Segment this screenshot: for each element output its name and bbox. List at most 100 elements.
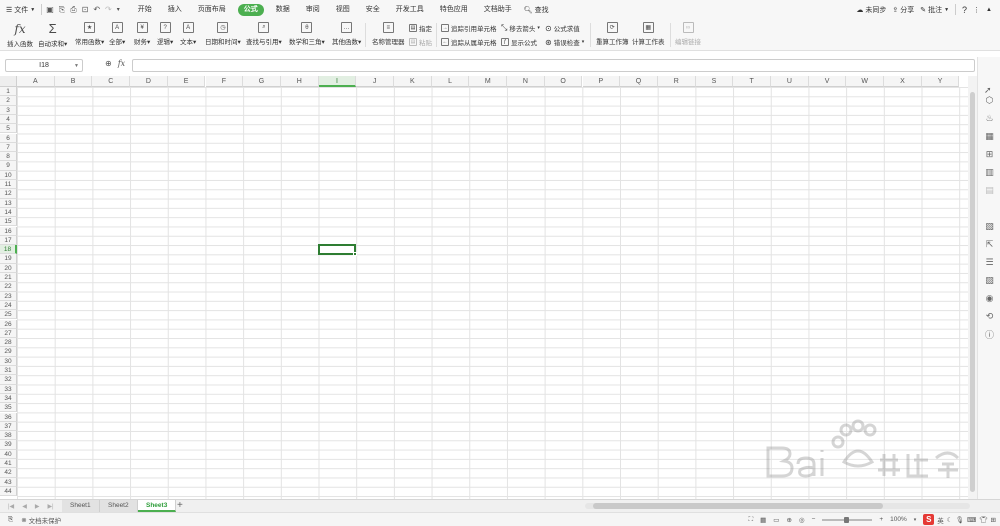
formula-icon[interactable]: ▤: [984, 185, 995, 196]
row-header[interactable]: 23: [0, 291, 17, 301]
insert-function-button[interactable]: fx 插入函数: [7, 22, 33, 49]
calc-sheet-button[interactable]: ▦ 计算工作表: [632, 22, 665, 46]
row-header[interactable]: 9: [0, 161, 17, 171]
column-header[interactable]: S: [695, 76, 734, 87]
column-header[interactable]: O: [544, 76, 583, 87]
common-functions-button[interactable]: ★ 常用函数▾: [75, 22, 104, 46]
sheet-tab-3[interactable]: Sheet3: [138, 500, 177, 512]
spreadsheet-grid[interactable]: A B C D E F G H I J K L M N O P Q R S T U V W X Y 1 2 3 4 5 6 7 8 9 10 11 12…: [0, 76, 968, 499]
eye-protection-icon[interactable]: ⛶: [749, 516, 754, 524]
tab-2[interactable]: 页面布局: [190, 0, 234, 19]
row-header[interactable]: 43: [0, 477, 17, 487]
zoom-in-icon[interactable]: +: [879, 516, 883, 523]
sheet-tab-2[interactable]: Sheet2: [100, 500, 138, 512]
row-header[interactable]: 25: [0, 310, 17, 320]
horizontal-scroll-thumb[interactable]: [593, 503, 883, 509]
insert-function-icon[interactable]: fx: [118, 59, 125, 68]
chart-icon[interactable]: ▥: [984, 167, 995, 178]
row-header[interactable]: 10: [0, 170, 17, 180]
sync-button[interactable]: ☁ 未同步: [856, 5, 886, 15]
row-header[interactable]: 26: [0, 319, 17, 329]
reading-mode-icon[interactable]: ◎: [799, 516, 805, 524]
style-icon[interactable]: ⬡: [984, 95, 995, 106]
logical-button[interactable]: ? 逻辑▾: [157, 22, 173, 46]
row-header[interactable]: 12: [0, 189, 17, 199]
page-layout-icon[interactable]: ▭: [773, 516, 779, 524]
column-header[interactable]: J: [356, 76, 394, 87]
row-header[interactable]: 27: [0, 328, 17, 339]
show-formulas-button[interactable]: ƒ 显示公式: [501, 37, 537, 47]
vertical-scroll-thumb[interactable]: [970, 92, 975, 492]
evaluate-formula-button[interactable]: ⊙ 公式求值: [545, 23, 580, 34]
row-header[interactable]: 19: [0, 254, 17, 264]
all-functions-button[interactable]: A 全部▾: [109, 22, 125, 46]
row-header[interactable]: 3: [0, 105, 17, 115]
row-header[interactable]: 40: [0, 449, 17, 459]
specify-button[interactable]: ▤ 指定: [409, 23, 432, 33]
column-header[interactable]: T: [733, 76, 771, 87]
row-header[interactable]: 37: [0, 421, 17, 432]
row-header[interactable]: 22: [0, 282, 17, 292]
row-header[interactable]: 29: [0, 347, 17, 357]
column-header[interactable]: W: [846, 76, 885, 87]
recalc-workbook-button[interactable]: ⟳ 重算工作簿: [596, 22, 629, 46]
financial-button[interactable]: ¥ 财务▾: [134, 22, 150, 46]
column-header[interactable]: P: [582, 76, 621, 87]
sheet-tab-1[interactable]: Sheet1: [62, 500, 100, 512]
row-header[interactable]: 42: [0, 468, 17, 478]
row-header[interactable]: 4: [0, 114, 17, 125]
row-header[interactable]: 39: [0, 440, 17, 450]
column-header[interactable]: G: [243, 76, 281, 87]
name-manager-button[interactable]: ≡ 名称管理器: [372, 22, 405, 46]
add-sheet-icon[interactable]: +: [177, 500, 183, 512]
column-header[interactable]: I: [318, 76, 357, 87]
column-header[interactable]: A: [17, 76, 55, 87]
undo-icon[interactable]: ↶: [93, 5, 100, 14]
column-header[interactable]: D: [130, 76, 168, 87]
row-header[interactable]: 28: [0, 338, 17, 348]
row-header[interactable]: 30: [0, 356, 17, 366]
paste-name-button[interactable]: ▤ 粘贴: [409, 37, 432, 47]
zoom-out-icon[interactable]: −: [812, 516, 816, 523]
chevron-down-icon[interactable]: ▾: [914, 517, 917, 523]
trace-dependents-button[interactable]: ← 追踪从属单元格: [441, 37, 497, 47]
autosum-button[interactable]: Σ 自动求和▾: [38, 21, 67, 48]
row-header[interactable]: 20: [0, 263, 17, 273]
datetime-button[interactable]: ◷ 日期和时间▾: [205, 22, 241, 46]
row-header[interactable]: 35: [0, 403, 17, 413]
save-icon[interactable]: ▣: [46, 5, 54, 14]
file-menu[interactable]: ☰ 文件 ▼: [0, 0, 41, 19]
active-cell[interactable]: [317, 244, 358, 257]
name-box[interactable]: I18 ▼: [5, 59, 83, 72]
row-header[interactable]: 32: [0, 375, 17, 385]
customize-icon[interactable]: ▾: [117, 6, 120, 13]
error-checking-button[interactable]: ⊛ 错误检查 ▾: [545, 37, 584, 48]
row-header[interactable]: 8: [0, 152, 17, 162]
tab-3[interactable]: 公式: [237, 3, 264, 16]
column-header[interactable]: R: [657, 76, 696, 87]
row-header[interactable]: 5: [0, 124, 17, 134]
print-icon[interactable]: ⎙: [70, 5, 76, 15]
row-header[interactable]: 14: [0, 207, 17, 218]
macro-icon[interactable]: ⎘: [8, 516, 13, 524]
export-pdf-icon[interactable]: ⎘: [59, 5, 65, 15]
column-header[interactable]: Q: [620, 76, 658, 87]
lookup-reference-button[interactable]: ⌕ 查找与引用▾: [246, 22, 282, 46]
horizontal-scrollbar[interactable]: [585, 503, 970, 509]
help-button[interactable]: ?: [962, 5, 967, 15]
trace-precedents-button[interactable]: → 追踪引用单元格: [441, 23, 497, 33]
page-break-icon[interactable]: ⊕: [786, 516, 791, 524]
row-header[interactable]: 15: [0, 217, 17, 227]
vertical-scrollbar[interactable]: [968, 76, 977, 499]
tab-5[interactable]: 审阅: [298, 0, 328, 19]
math-trig-button[interactable]: θ 数学和三角▾: [289, 22, 325, 46]
row-header[interactable]: 21: [0, 273, 17, 283]
select-all-corner[interactable]: [0, 76, 17, 87]
share-button[interactable]: ⇪ 分享: [892, 5, 914, 15]
column-header[interactable]: Y: [921, 76, 960, 87]
tab-10[interactable]: 文档助手: [476, 0, 520, 19]
row-header[interactable]: 1: [0, 87, 17, 97]
tab-1[interactable]: 插入: [160, 0, 190, 19]
column-header[interactable]: F: [205, 76, 244, 87]
archive-icon[interactable]: ☰: [984, 257, 995, 268]
